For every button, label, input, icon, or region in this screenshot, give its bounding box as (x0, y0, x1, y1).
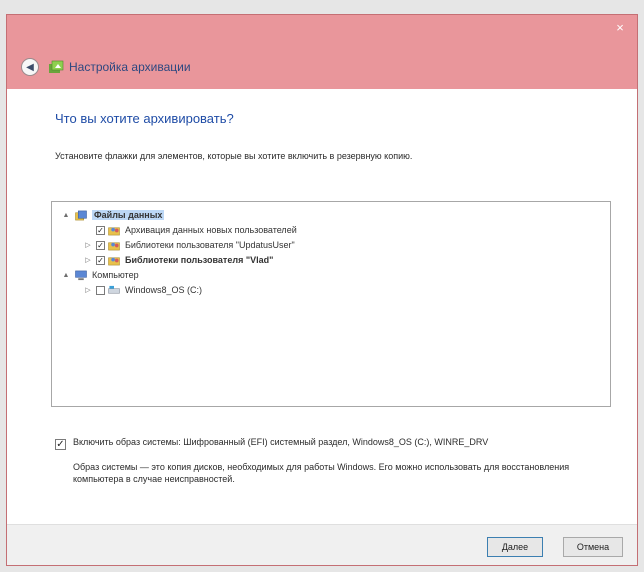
title-bar: × ◀ Настройка архивации (7, 15, 637, 89)
cancel-button[interactable]: Отмена (563, 537, 623, 557)
expand-toggle-icon[interactable]: ▷ (84, 241, 92, 249)
tree-item[interactable]: ▷ Windows8_OS (C:) (84, 283, 202, 297)
drive-icon (108, 285, 120, 294)
system-image-checkbox[interactable]: ✓ (55, 439, 66, 450)
expand-toggle-icon[interactable]: ▲ (62, 212, 70, 219)
instruction-text: Установите флажки для элементов, которые… (55, 151, 413, 161)
tree-item-checkbox[interactable]: ✓ (96, 255, 105, 265)
tree-item-label: Файлы данных (92, 210, 165, 220)
backup-items-tree[interactable]: ▲ Файлы данных ✓ Архивация данных новых пол… (51, 201, 611, 407)
users-folder-icon (108, 256, 120, 265)
close-button[interactable]: × (609, 19, 631, 37)
next-button[interactable]: Далее (487, 537, 543, 557)
tree-item-label: Компьютер (92, 270, 139, 280)
tree-item-label: Архивация данных новых пользователей (125, 225, 297, 235)
page-heading: Что вы хотите архивировать? (55, 111, 234, 126)
computer-icon (75, 270, 87, 280)
main-content: Что вы хотите архивировать? Установите ф… (7, 89, 637, 527)
tree-item[interactable]: ▷ ✓ Библиотеки пользователя "Vlad" (84, 253, 273, 267)
tree-item-checkbox[interactable]: ✓ (96, 225, 105, 235)
tree-item[interactable]: ▷ ✓ Библиотеки пользователя "UpdatusUser" (84, 238, 295, 252)
window-title: Настройка архивации (69, 60, 191, 74)
expand-toggle-icon[interactable]: ▲ (62, 272, 70, 279)
tree-item-label: Библиотеки пользователя "UpdatusUser" (125, 240, 295, 250)
close-icon: × (616, 20, 624, 35)
tree-item-checkbox[interactable] (96, 285, 105, 295)
back-button[interactable]: ◀ (21, 58, 39, 76)
users-folder-icon (108, 226, 120, 235)
expand-toggle-icon[interactable]: ▷ (84, 256, 92, 264)
back-arrow-icon: ◀ (26, 61, 34, 73)
tree-item-label: Windows8_OS (C:) (125, 285, 203, 295)
tree-item[interactable]: ▲ Файлы данных (62, 208, 165, 222)
tree-item-label: Библиотеки пользователя "Vlad" (125, 255, 274, 265)
tree-item-checkbox[interactable]: ✓ (96, 240, 105, 250)
users-folder-icon (108, 241, 120, 250)
files-icon (75, 210, 87, 220)
tree-item[interactable]: ▲ Компьютер (62, 268, 139, 282)
system-image-description: Образ системы — это копия дисков, необхо… (73, 462, 570, 484)
backup-window: × ◀ Настройка архивации Что вы хотите ар… (6, 14, 638, 566)
backup-icon (49, 60, 64, 73)
expand-toggle-icon[interactable]: ▷ (84, 286, 92, 294)
system-image-label: Включить образ системы: Шифрованный (EFI… (73, 437, 489, 447)
tree-item[interactable]: ✓ Архивация данных новых пользователей (84, 223, 297, 237)
dialog-footer: Далее Отмена (7, 524, 637, 565)
